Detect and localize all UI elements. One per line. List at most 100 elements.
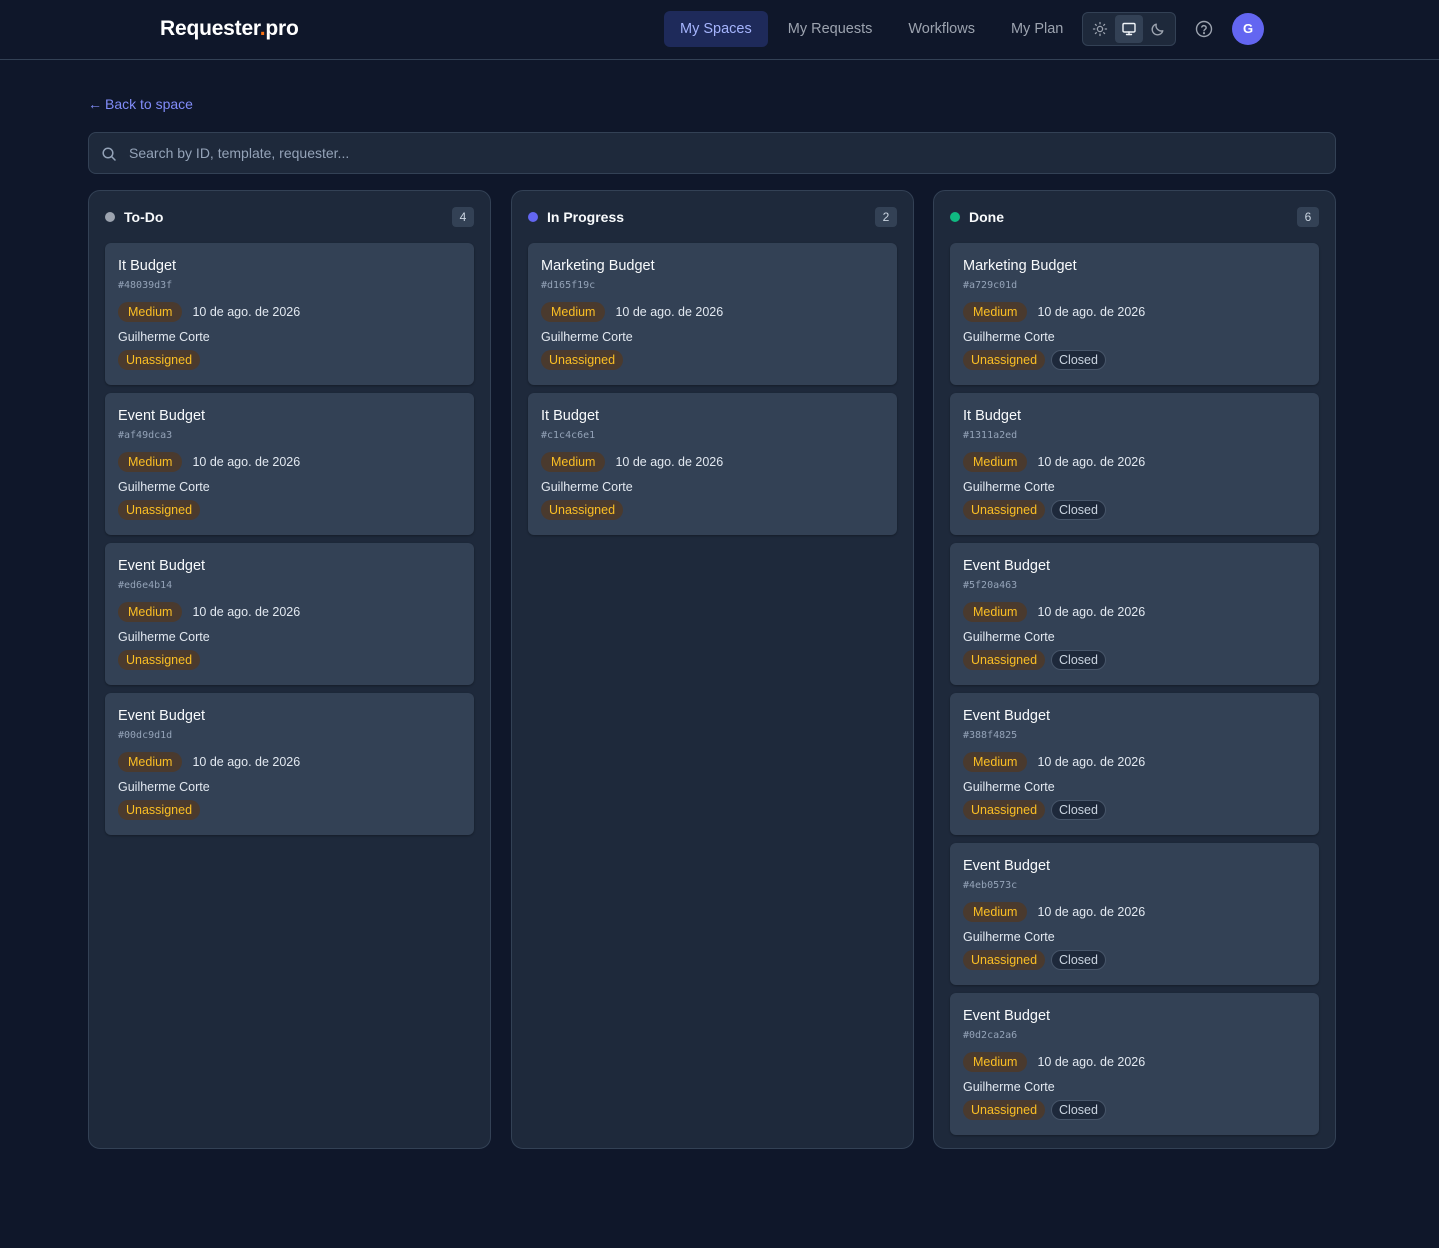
column-in-progress: In Progress 2 Marketing Budget #d165f19c Med… [511, 190, 914, 1149]
card-title: Event Budget [963, 858, 1051, 874]
card-date: 10 de ago. de 2026 [1037, 1055, 1146, 1069]
card-requester: Guilherme Corte [963, 330, 1055, 344]
sun-icon [1092, 21, 1107, 37]
card-meta: Medium 10 de ago. de 2026 [118, 302, 300, 322]
nav-my-plan[interactable]: My Plan [995, 11, 1079, 47]
column-title: In Progress [547, 209, 625, 225]
column-header: Done 6 [950, 207, 1319, 227]
column-count-badge: 2 [875, 207, 897, 227]
card-id: #5f20a463 [963, 580, 1018, 591]
priority-badge: Medium [118, 452, 183, 472]
card-id: #0d2ca2a6 [963, 1030, 1018, 1041]
status-dot [528, 212, 538, 222]
priority-badge: Medium [541, 452, 606, 472]
assignee-badge: Unassigned [963, 800, 1046, 820]
card-title: Event Budget [118, 558, 206, 574]
theme-light-button[interactable] [1086, 15, 1113, 43]
card-meta: Medium 10 de ago. de 2026 [118, 752, 300, 772]
request-card[interactable]: Event Budget #00dc9d1d Medium 10 de ago. de… [105, 693, 474, 835]
card-list: Marketing Budget #d165f19c Medium 10 de ago… [528, 243, 897, 543]
assignee-badge: Unassigned [963, 350, 1046, 370]
assignee-badge: Unassigned [541, 350, 624, 370]
column-title: To-Do [124, 209, 164, 225]
card-title: Marketing Budget [541, 258, 655, 274]
card-id: #c1c4c6e1 [541, 430, 596, 441]
card-meta: Medium 10 de ago. de 2026 [963, 602, 1145, 622]
status-badge: Closed [1051, 350, 1106, 370]
card-date: 10 de ago. de 2026 [1037, 455, 1146, 469]
theme-dark-button[interactable] [1145, 15, 1172, 43]
card-date: 10 de ago. de 2026 [192, 755, 301, 769]
card-meta: Medium 10 de ago. de 2026 [963, 902, 1145, 922]
card-title: It Budget [541, 408, 600, 424]
card-id: #ed6e4b14 [118, 580, 173, 591]
help-circle-icon [1195, 20, 1213, 38]
brand-suffix: pro [265, 17, 299, 40]
card-id: #af49dca3 [118, 430, 173, 441]
monitor-icon [1122, 22, 1136, 36]
theme-system-button[interactable] [1115, 15, 1143, 43]
card-requester: Guilherme Corte [963, 1080, 1055, 1094]
card-requester: Guilherme Corte [118, 630, 210, 644]
nav-workflows[interactable]: Workflows [892, 11, 991, 47]
priority-badge: Medium [963, 752, 1028, 772]
card-requester: Guilherme Corte [118, 330, 210, 344]
status-badge: Closed [1051, 500, 1106, 520]
card-id: #48039d3f [118, 280, 173, 291]
assignee-badge: Unassigned [963, 650, 1046, 670]
card-requester: Guilherme Corte [963, 480, 1055, 494]
priority-badge: Medium [963, 1052, 1028, 1072]
card-meta: Medium 10 de ago. de 2026 [541, 302, 723, 322]
card-id: #388f4825 [963, 730, 1018, 741]
column-count-badge: 6 [1297, 207, 1319, 227]
request-card[interactable]: Event Budget #ed6e4b14 Medium 10 de ago. de… [105, 543, 474, 685]
nav-my-requests[interactable]: My Requests [772, 11, 889, 47]
priority-badge: Medium [118, 752, 183, 772]
card-date: 10 de ago. de 2026 [1037, 305, 1146, 319]
assignee-badge: Unassigned [118, 350, 201, 370]
request-card[interactable]: Event Budget #4eb0573c Medium 10 de ago. de… [950, 843, 1319, 985]
card-date: 10 de ago. de 2026 [1037, 605, 1146, 619]
card-date: 10 de ago. de 2026 [192, 305, 301, 319]
search-input[interactable] [129, 133, 1319, 173]
request-card[interactable]: Event Budget #af49dca3 Medium 10 de ago. de… [105, 393, 474, 535]
request-card[interactable]: Event Budget #0d2ca2a6 Medium 10 de ago. de… [950, 993, 1319, 1135]
request-card[interactable]: It Budget #1311a2ed Medium 10 de ago. de 20… [950, 393, 1319, 535]
request-card[interactable]: It Budget #c1c4c6e1 Medium 10 de ago. de 20… [528, 393, 897, 535]
help-button[interactable] [1194, 19, 1214, 39]
card-title: Event Budget [963, 1008, 1051, 1024]
priority-badge: Medium [541, 302, 606, 322]
priority-badge: Medium [118, 602, 183, 622]
status-badge: Closed [1051, 950, 1106, 970]
status-badge: Closed [1051, 800, 1106, 820]
card-tags: Unassigned [118, 650, 206, 670]
card-date: 10 de ago. de 2026 [1037, 905, 1146, 919]
column-count-badge: 4 [452, 207, 474, 227]
brand-logo[interactable]: Requester.pro [160, 17, 299, 41]
assignee-badge: Unassigned [541, 500, 624, 520]
card-tags: Unassigned Closed [963, 350, 1106, 370]
request-card[interactable]: Event Budget #5f20a463 Medium 10 de ago. de… [950, 543, 1319, 685]
card-tags: Unassigned Closed [963, 1100, 1106, 1120]
card-requester: Guilherme Corte [963, 930, 1055, 944]
brand-name: Requester [160, 17, 260, 40]
status-badge: Closed [1051, 1100, 1106, 1120]
request-card[interactable]: Event Budget #388f4825 Medium 10 de ago. de… [950, 693, 1319, 835]
card-id: #4eb0573c [963, 880, 1018, 891]
user-avatar[interactable]: G [1232, 13, 1264, 45]
card-tags: Unassigned Closed [963, 950, 1106, 970]
card-tags: Unassigned [541, 350, 629, 370]
card-requester: Guilherme Corte [118, 480, 210, 494]
card-date: 10 de ago. de 2026 [192, 605, 301, 619]
priority-badge: Medium [963, 902, 1028, 922]
card-meta: Medium 10 de ago. de 2026 [963, 302, 1145, 322]
request-card[interactable]: It Budget #48039d3f Medium 10 de ago. de 20… [105, 243, 474, 385]
nav-my-spaces[interactable]: My Spaces [664, 11, 768, 47]
column-header: To-Do 4 [105, 207, 474, 227]
back-to-space-link[interactable]: ← Back to space [88, 96, 193, 112]
card-requester: Guilherme Corte [118, 780, 210, 794]
assignee-badge: Unassigned [118, 500, 201, 520]
request-card[interactable]: Marketing Budget #a729c01d Medium 10 de ago… [950, 243, 1319, 385]
search-bar [88, 132, 1336, 174]
request-card[interactable]: Marketing Budget #d165f19c Medium 10 de ago… [528, 243, 897, 385]
